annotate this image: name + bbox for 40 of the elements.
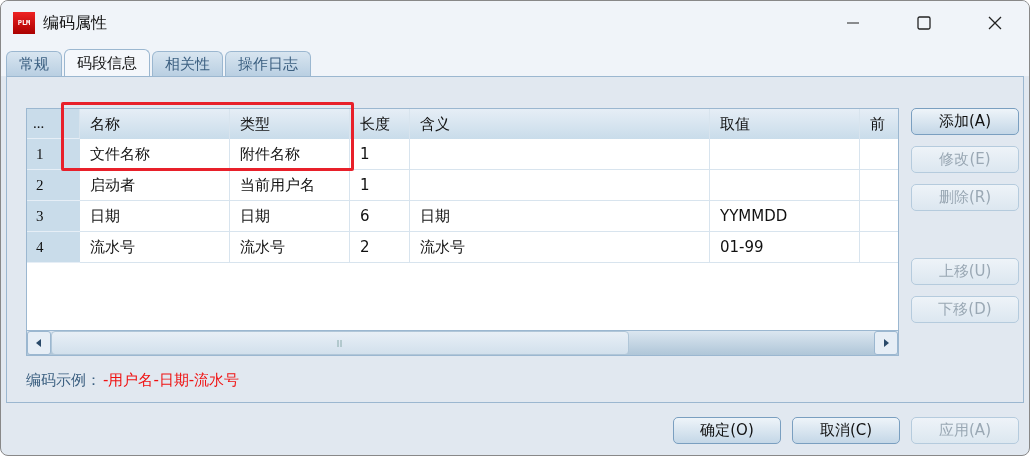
table-cell: 文件名称 <box>80 139 230 170</box>
dialog-button[interactable]: 确定(O) <box>673 417 781 444</box>
scroll-left-icon[interactable] <box>27 331 51 355</box>
table-cell: 日期 <box>230 201 350 232</box>
dialog-button[interactable]: 取消(C) <box>792 417 900 444</box>
row-number: 2 <box>27 170 80 201</box>
table-cell: 启动者 <box>80 170 230 201</box>
maximize-icon[interactable] <box>917 16 931 30</box>
tab[interactable]: 相关性 <box>152 51 223 76</box>
table-cell: 日期 <box>80 201 230 232</box>
table-cell: 01-99 <box>710 232 860 263</box>
column-header[interactable]: 含义 <box>410 109 710 139</box>
table-cell: 流水号 <box>80 232 230 263</box>
table-cell: 1 <box>350 170 410 201</box>
example-label: 编码示例： <box>26 370 101 390</box>
scroll-right-icon[interactable] <box>874 331 898 355</box>
side-button[interactable]: 添加(A) <box>911 108 1019 135</box>
table-cell: 当前用户名 <box>230 170 350 201</box>
table-cell: 日期 <box>410 201 710 232</box>
tab[interactable]: 操作日志 <box>225 51 311 76</box>
column-header[interactable]: 名称 <box>80 109 230 139</box>
column-header[interactable]: 取值 <box>710 109 860 139</box>
row-number: 4 <box>27 232 80 263</box>
tab[interactable]: 常规 <box>6 51 62 76</box>
column-header[interactable]: 类型 <box>230 109 350 139</box>
table-cell: 附件名称 <box>230 139 350 170</box>
table-cell: 2 <box>350 232 410 263</box>
example-value: -用户名-日期-流水号 <box>103 370 240 390</box>
table-cell: 1 <box>350 139 410 170</box>
table-cell: 流水号 <box>410 232 710 263</box>
row-number: 3 <box>27 201 80 232</box>
table-cell: 流水号 <box>230 232 350 263</box>
table-cell: 6 <box>350 201 410 232</box>
column-header[interactable]: 长度 <box>350 109 410 139</box>
row-number: 1 <box>27 139 80 170</box>
table-cell: YYMMDD <box>710 201 860 232</box>
window-title: 编码属性 <box>43 12 107 34</box>
tab[interactable]: 码段信息 <box>64 49 150 76</box>
close-icon[interactable] <box>988 16 1002 30</box>
corner-header: ... <box>27 109 80 139</box>
